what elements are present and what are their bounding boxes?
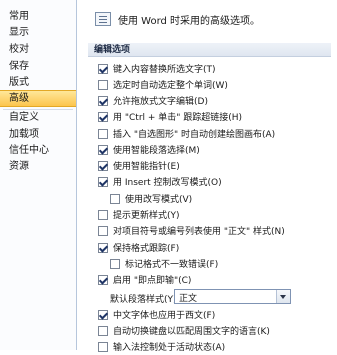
sidebar-item-label: 自定义: [9, 112, 39, 123]
sidebar-item-advanced[interactable]: 高级: [0, 90, 76, 107]
checkbox[interactable]: [98, 342, 108, 352]
sidebar-item-general[interactable]: 常用: [0, 8, 76, 25]
sidebar-item-proofing[interactable]: 校对: [0, 41, 76, 58]
sidebar-item-display[interactable]: 显示: [0, 24, 76, 41]
checkbox[interactable]: [98, 210, 108, 220]
select-value: 正文: [179, 294, 198, 304]
checkbox[interactable]: [98, 177, 108, 187]
sidebar-item-label: 高级: [9, 93, 29, 104]
section-header-editing-options: 编辑选项: [88, 43, 331, 57]
checkbox[interactable]: [98, 161, 108, 171]
sidebar-item-layout[interactable]: 版式: [0, 74, 76, 91]
sidebar-item-label: 加载项: [9, 129, 39, 140]
checkbox[interactable]: [110, 194, 120, 204]
sidebar-item-customize[interactable]: 自定义: [0, 109, 76, 126]
checkbox[interactable]: [98, 310, 108, 320]
sidebar-item-label: 保存: [9, 61, 29, 72]
checkbox[interactable]: [98, 129, 108, 139]
checkbox[interactable]: [98, 226, 108, 236]
sidebar-item-addins[interactable]: 加载项: [0, 126, 76, 143]
sidebar-item-save[interactable]: 保存: [0, 58, 76, 75]
sidebar-item-label: 版式: [9, 77, 29, 88]
checkbox[interactable]: [98, 80, 108, 90]
checkbox[interactable]: [98, 275, 108, 285]
checkbox[interactable]: [98, 96, 108, 106]
sidebar-item-label: 显示: [9, 27, 29, 38]
page-title: 使用 Word 时采用的高级选项。: [118, 16, 261, 27]
sidebar-item-label: 校对: [9, 44, 29, 55]
checkbox[interactable]: [98, 243, 108, 253]
sidebar-item-label: 信任中心: [9, 145, 49, 156]
sidebar-item-label: 资源: [9, 161, 29, 172]
chevron-down-icon[interactable]: [276, 290, 290, 303]
document-settings-icon: [95, 12, 111, 26]
checkbox[interactable]: [98, 112, 108, 122]
checkbox[interactable]: [98, 145, 108, 155]
options-sidebar: 常用 显示 校对 保存 版式 高级 自定义 加载项 信任中心 资源: [0, 0, 77, 350]
advanced-options-panel: 使用 Word 时采用的高级选项。 编辑选项 键入内容替换所选文字(T) 选定时…: [78, 0, 337, 353]
checkbox[interactable]: [98, 64, 108, 74]
sidebar-item-label: 常用: [9, 11, 29, 22]
checkbox[interactable]: [110, 259, 120, 269]
checkbox[interactable]: [98, 326, 108, 336]
sidebar-item-trust-center[interactable]: 信任中心: [0, 142, 76, 159]
default-paragraph-style-select[interactable]: 正文: [174, 289, 291, 304]
sidebar-item-resources[interactable]: 资源: [0, 158, 76, 175]
default-paragraph-style-label: 默认段落样式(Y):: [110, 295, 180, 305]
